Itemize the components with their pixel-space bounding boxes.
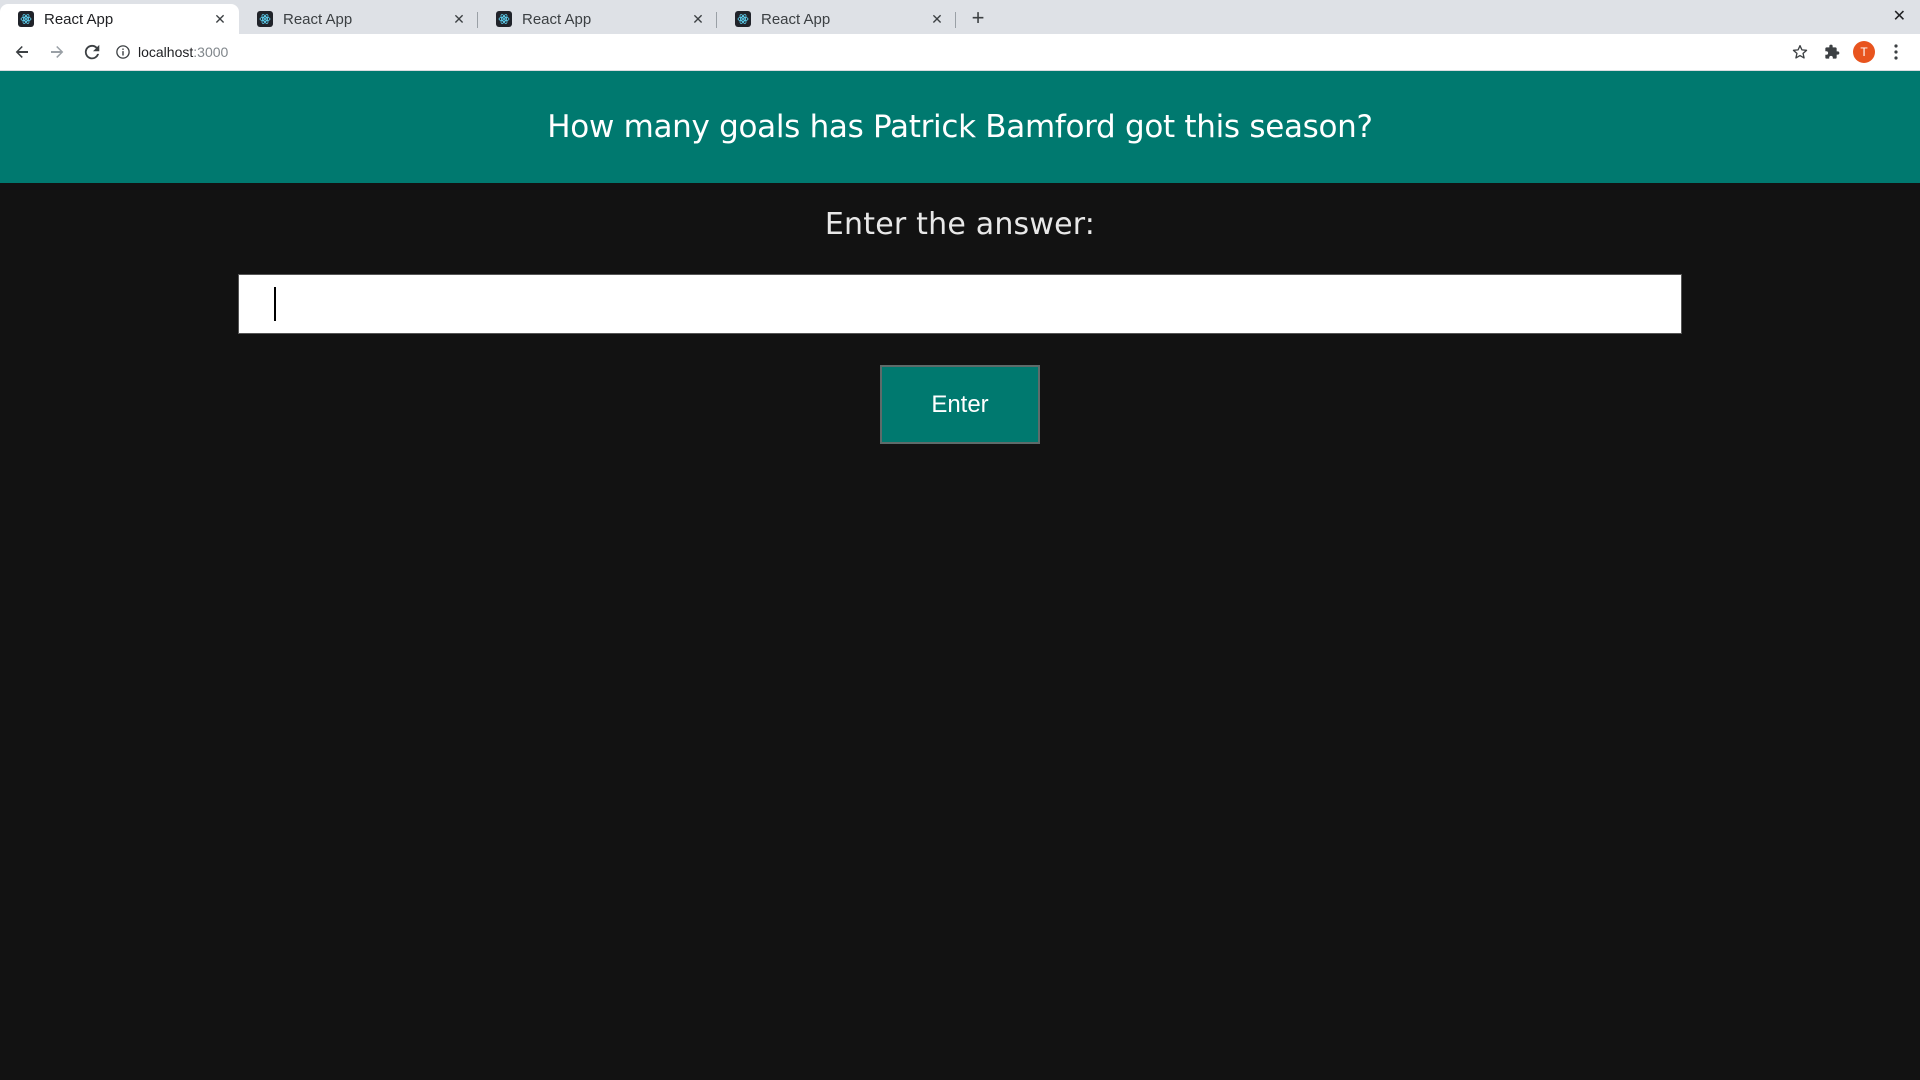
browser-tab[interactable]: React App ✕ <box>239 4 478 34</box>
page-content: How many goals has Patrick Bamford got t… <box>0 71 1920 1080</box>
reload-icon[interactable] <box>76 36 108 68</box>
tab-title: React App <box>522 10 592 28</box>
url-host: localhost <box>138 44 194 60</box>
tab-close-icon[interactable]: ✕ <box>689 10 707 28</box>
back-arrow-icon[interactable] <box>6 36 38 68</box>
profile-avatar[interactable]: T <box>1848 36 1880 68</box>
bookmark-star-icon[interactable] <box>1784 36 1816 68</box>
react-favicon-icon <box>18 11 34 27</box>
browser-tab[interactable]: React App ✕ <box>717 4 956 34</box>
tab-title: React App <box>44 10 114 28</box>
tab-close-icon[interactable]: ✕ <box>450 10 468 28</box>
browser-toolbar: localhost:3000 T <box>0 34 1920 71</box>
tab-close-icon[interactable]: ✕ <box>211 10 229 28</box>
browser-tab-strip: React App ✕ React App ✕ React App ✕ Reac… <box>0 0 1920 34</box>
browser-tab[interactable]: React App ✕ <box>0 4 239 34</box>
question-text: How many goals has Patrick Bamford got t… <box>547 109 1373 145</box>
address-bar[interactable]: localhost:3000 <box>116 38 1784 66</box>
react-favicon-icon <box>735 11 751 27</box>
react-favicon-icon <box>257 11 273 27</box>
answer-prompt: Enter the answer: <box>824 207 1096 242</box>
menu-kebab-icon[interactable] <box>1880 36 1912 68</box>
react-favicon-icon <box>496 11 512 27</box>
tab-title: React App <box>761 10 831 28</box>
browser-tab[interactable]: React App ✕ <box>478 4 717 34</box>
enter-button[interactable]: Enter <box>880 365 1040 444</box>
new-tab-button[interactable]: + <box>960 3 996 33</box>
question-banner: How many goals has Patrick Bamford got t… <box>0 71 1920 183</box>
tab-title: React App <box>283 10 353 28</box>
profile-initial: T <box>1853 41 1875 63</box>
url-port: :3000 <box>193 44 229 60</box>
answer-input[interactable] <box>238 274 1682 334</box>
forward-arrow-icon[interactable] <box>41 36 73 68</box>
extensions-puzzle-icon[interactable] <box>1816 36 1848 68</box>
site-info-icon[interactable] <box>116 45 130 59</box>
window-close-icon[interactable]: ✕ <box>1893 6 1906 26</box>
text-caret <box>274 287 276 321</box>
tab-close-icon[interactable]: ✕ <box>928 10 946 28</box>
